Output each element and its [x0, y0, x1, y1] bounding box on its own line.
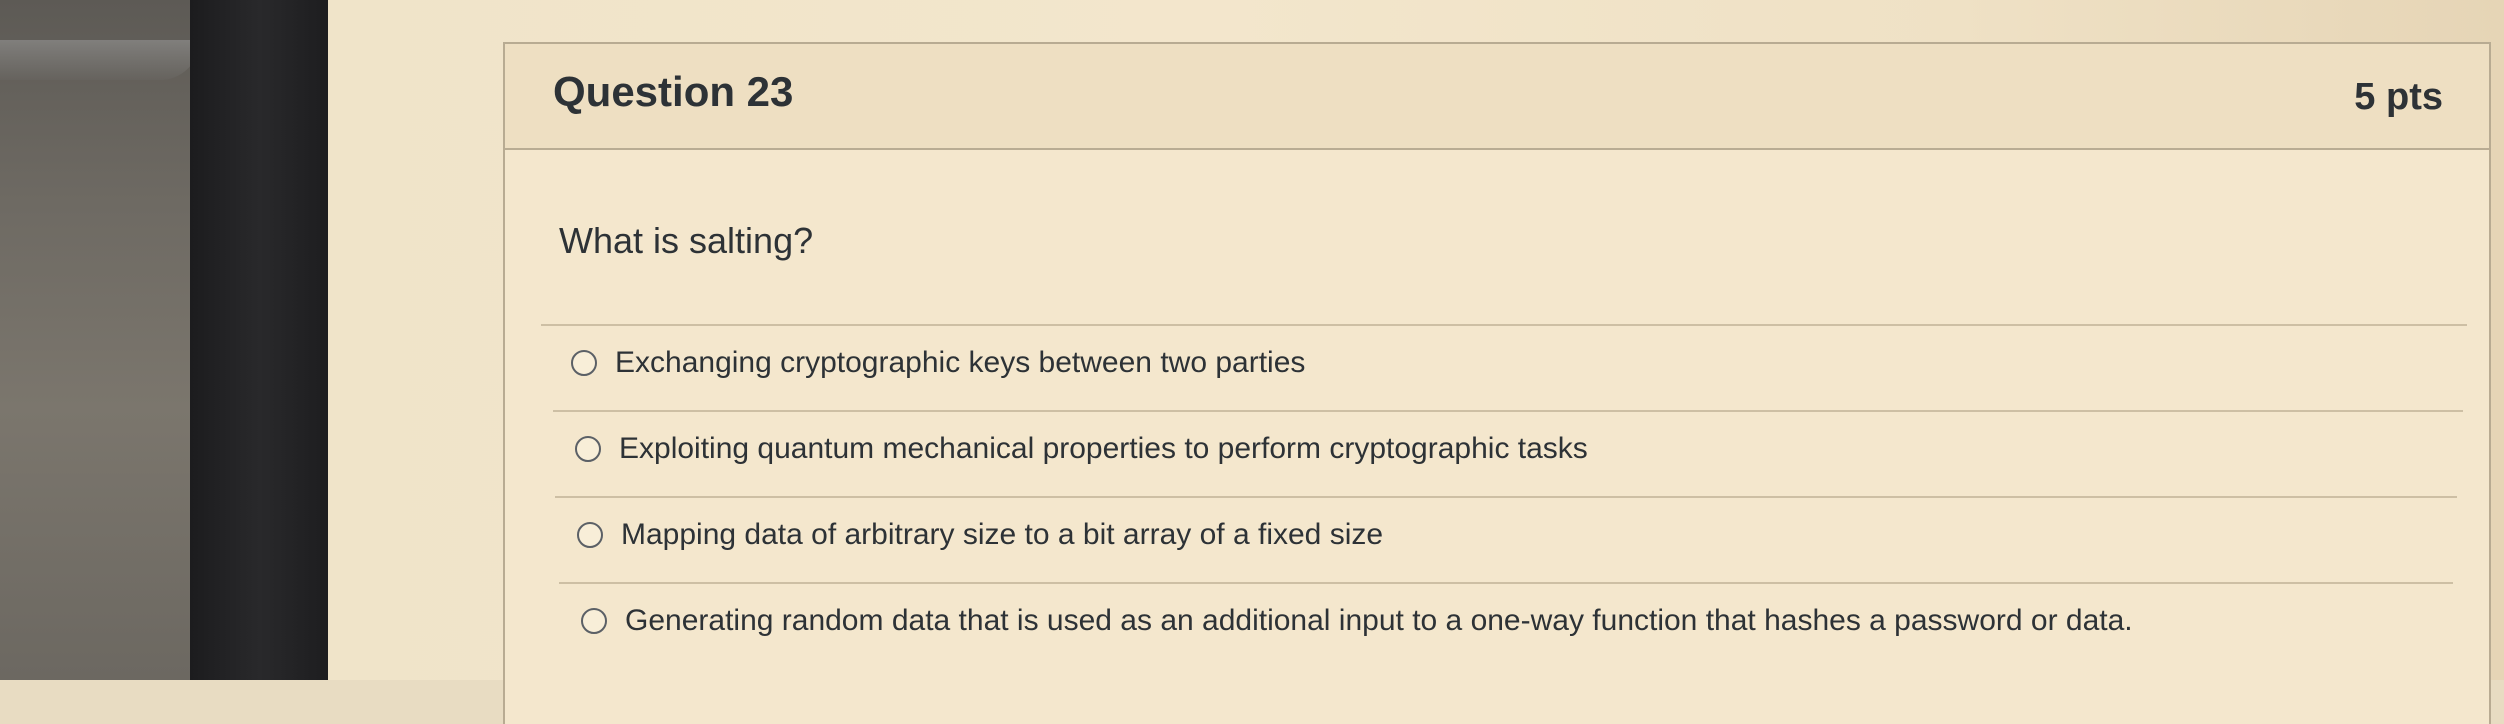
wall-highlight: [0, 40, 200, 80]
answer-label: Mapping data of arbitrary size to a bit …: [621, 518, 1384, 551]
answer-label: Generating random data that is used as a…: [625, 604, 2133, 637]
radio-button-icon[interactable]: [575, 436, 601, 462]
question-header: Question 23 5 pts: [505, 44, 2489, 150]
radio-button-icon[interactable]: [581, 608, 607, 634]
radio-button-icon[interactable]: [577, 522, 603, 548]
answer-option[interactable]: Mapping data of arbitrary size to a bit …: [577, 518, 1383, 552]
divider: [559, 582, 2453, 584]
answer-label: Exploiting quantum mechanical properties…: [619, 432, 1588, 465]
radio-button-icon[interactable]: [571, 350, 597, 376]
background-wall: [0, 0, 220, 680]
question-card: Question 23 5 pts What is salting? Excha…: [503, 42, 2491, 724]
divider: [553, 410, 2463, 412]
question-prompt: What is salting?: [559, 220, 814, 261]
divider: [555, 496, 2457, 498]
question-title: Question 23: [553, 68, 794, 115]
question-points: 5 pts: [2354, 76, 2443, 118]
divider: [541, 324, 2467, 326]
monitor-bezel: [190, 0, 330, 680]
answer-option[interactable]: Exploiting quantum mechanical properties…: [575, 432, 1588, 466]
answer-label: Exchanging cryptographic keys between tw…: [615, 346, 1306, 379]
answer-option[interactable]: Exchanging cryptographic keys between tw…: [571, 346, 1305, 380]
answer-option[interactable]: Generating random data that is used as a…: [581, 604, 2133, 638]
